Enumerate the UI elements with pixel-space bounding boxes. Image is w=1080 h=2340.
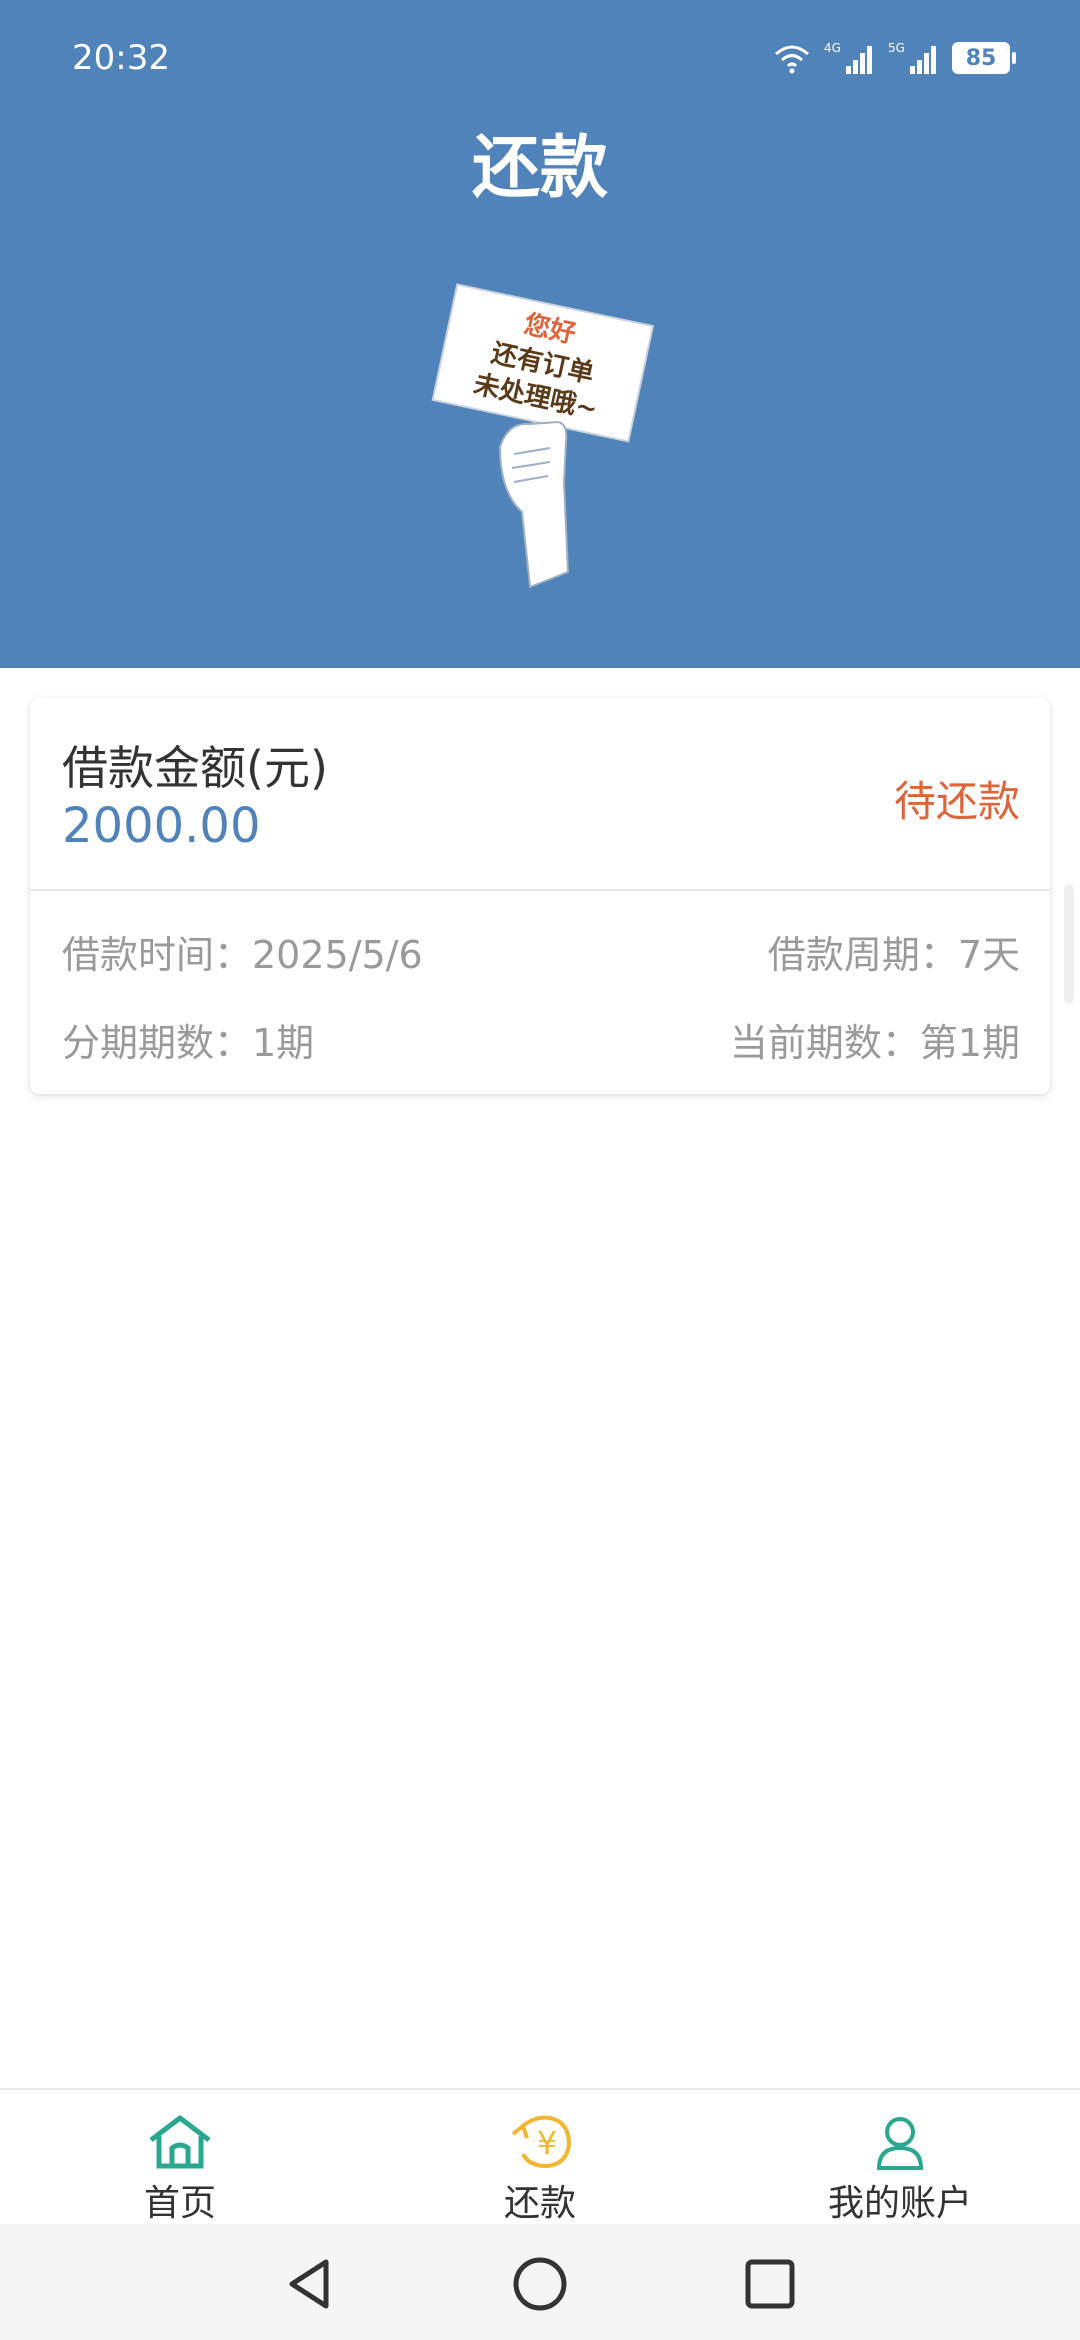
installment-count: 分期期数：1期 <box>62 1021 315 1065</box>
system-nav-bar <box>0 2224 1080 2340</box>
status-bar: 20:32 4G 5G 85 <box>0 0 1080 120</box>
tab-home-label: 首页 <box>143 2183 216 2224</box>
loan-card[interactable]: 借款金额(元) 2000.00 待还款 借款时间：2025/5/6 借款周期：7… <box>30 698 1050 1094</box>
header: 20:32 4G 5G 85 还款 您好 还有订单 未处理哦~ <box>0 0 1080 668</box>
tab-repay[interactable]: ¥ 还款 <box>430 2114 650 2224</box>
recent-apps-icon[interactable] <box>740 2254 800 2314</box>
loan-amount-value: 2000.00 <box>62 798 261 854</box>
loan-amount-label: 借款金额(元) <box>62 741 328 795</box>
scroll-indicator <box>1064 884 1074 1004</box>
tab-home[interactable]: 首页 <box>70 2114 290 2224</box>
network-4g-label: 4G <box>824 41 841 55</box>
current-period: 当前期数：第1期 <box>729 1021 1020 1065</box>
back-icon[interactable] <box>280 2254 340 2314</box>
user-icon <box>876 2117 924 2170</box>
wifi-icon <box>775 45 809 74</box>
status-badge: 待还款 <box>893 777 1020 826</box>
battery-level: 85 <box>965 45 997 71</box>
tab-my-account[interactable]: 我的账户 <box>790 2114 1010 2224</box>
loan-time: 借款时间：2025/5/6 <box>62 933 423 977</box>
bottom-tab-bar: 首页 ¥ 还款 我的账户 <box>0 2088 1080 2226</box>
svg-text:¥: ¥ <box>537 2124 557 2162</box>
home-circle-icon[interactable] <box>510 2254 570 2314</box>
tab-my-account-label: 我的账户 <box>827 2183 972 2224</box>
loan-period: 借款周期：7天 <box>767 933 1020 977</box>
signal-4g-icon: 4G <box>824 41 872 74</box>
signal-5g-icon: 5G <box>888 41 936 74</box>
home-icon <box>149 2115 211 2169</box>
status-icons: 4G 5G 85 <box>772 40 1016 76</box>
tab-repay-label: 还款 <box>503 2183 576 2224</box>
hand-sign-illustration: 您好 还有订单 未处理哦~ <box>431 283 655 589</box>
repay-yuan-icon: ¥ <box>511 2115 572 2169</box>
status-time: 20:32 <box>72 38 170 78</box>
card-divider <box>30 889 1050 891</box>
page-title: 还款 <box>471 129 608 208</box>
battery-icon: 85 <box>952 42 1016 74</box>
network-5g-label: 5G <box>888 41 905 55</box>
